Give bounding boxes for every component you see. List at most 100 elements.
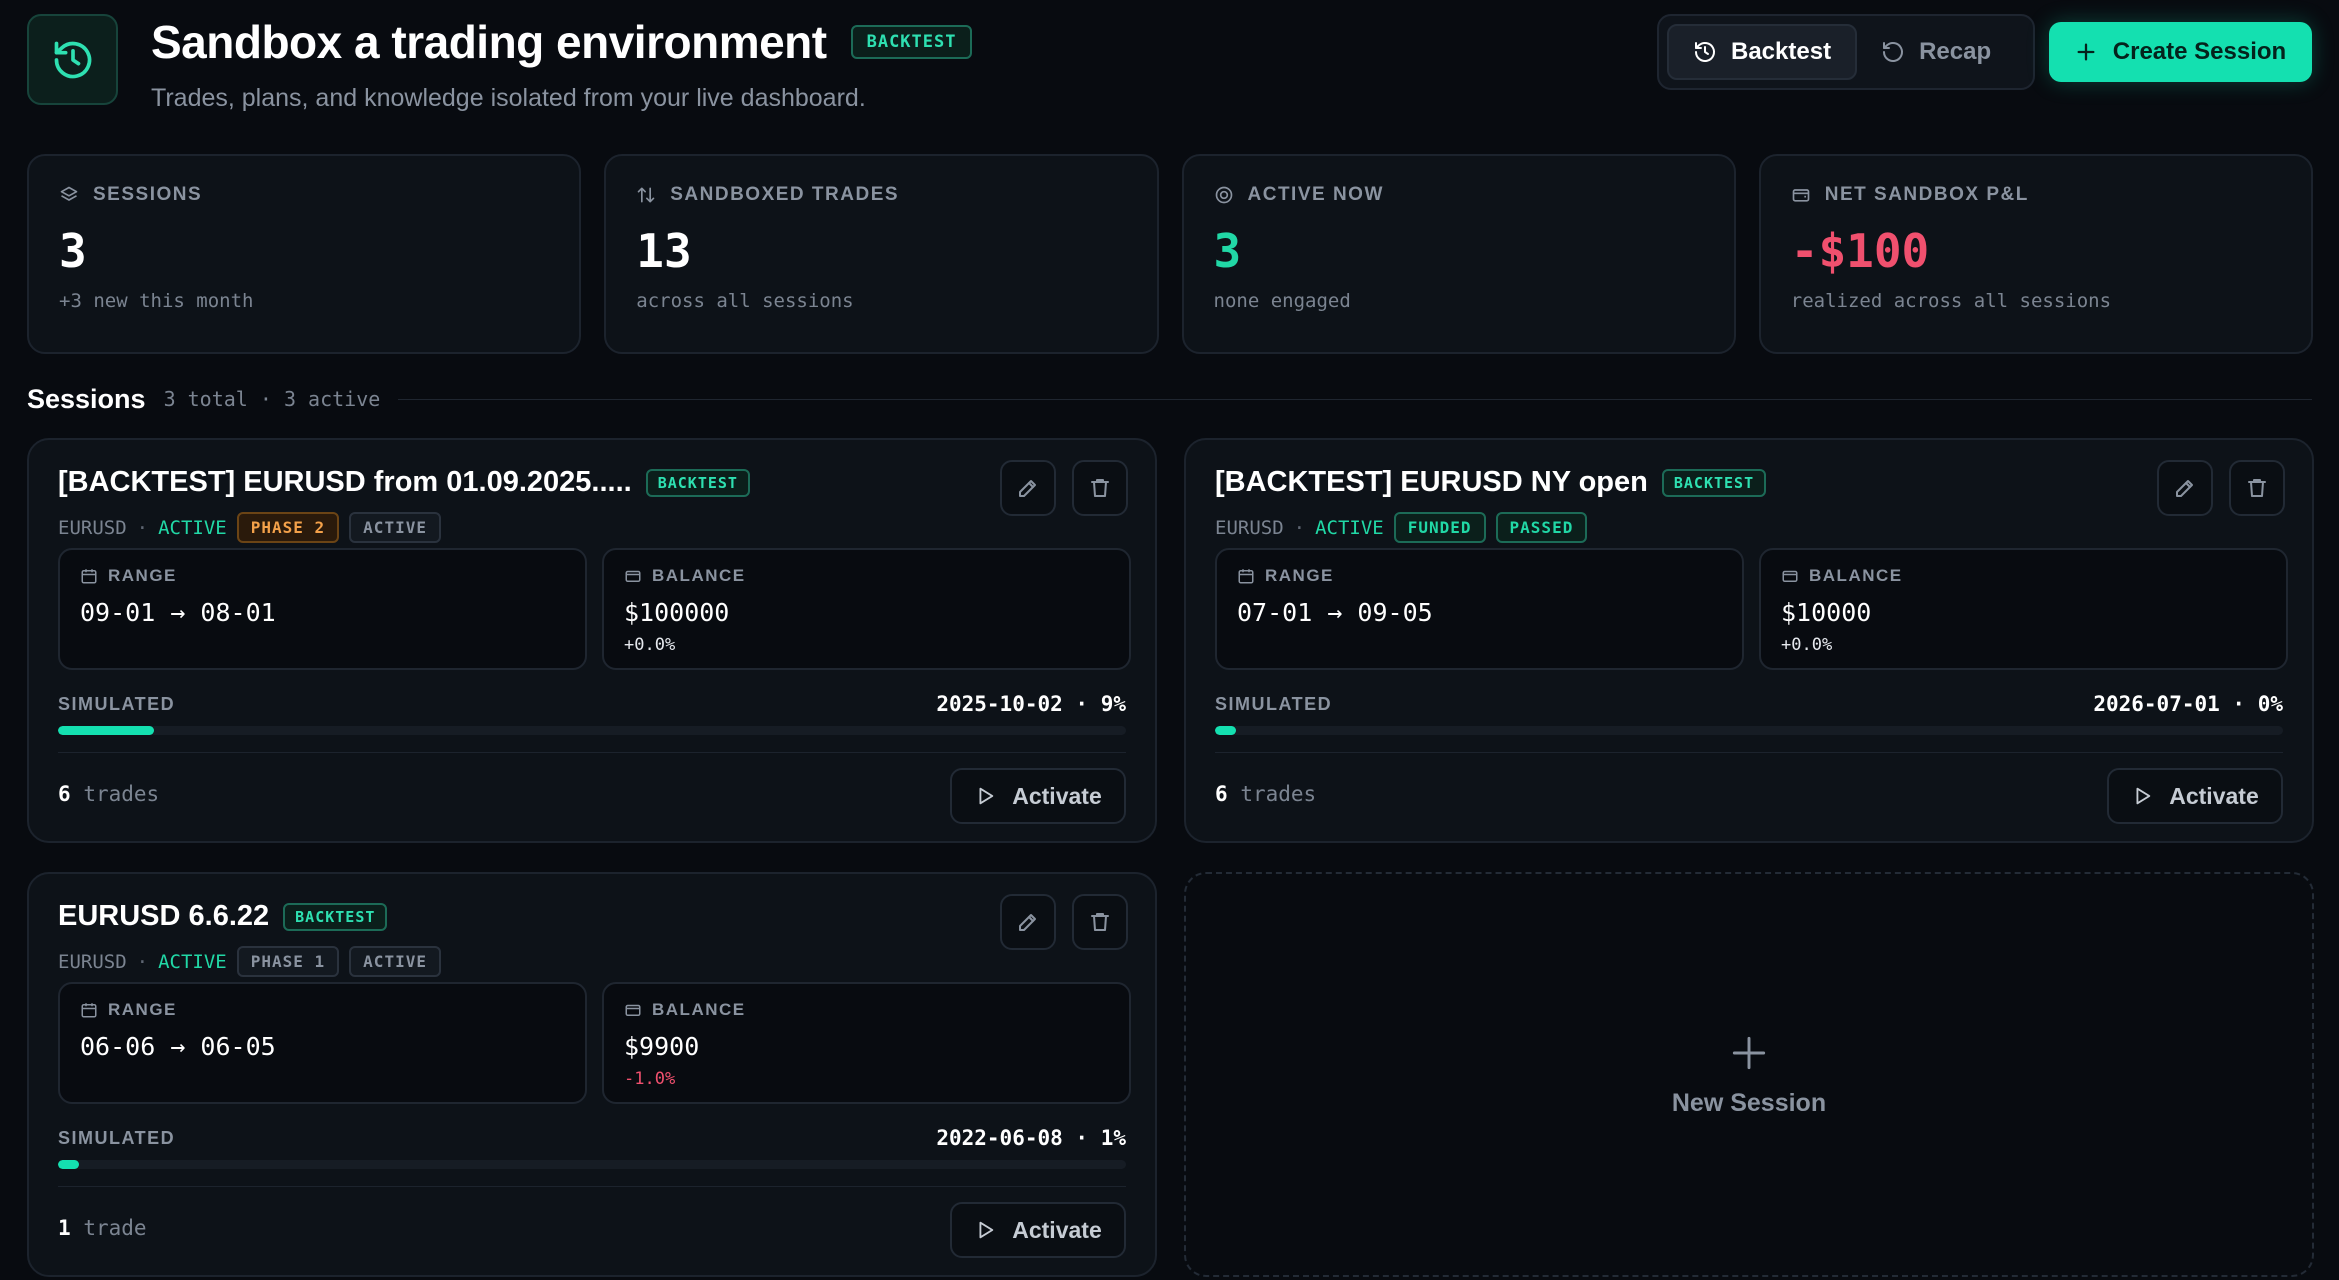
activate-button[interactable]: Activate (950, 1202, 1126, 1258)
arrows-updown-icon (637, 187, 655, 203)
play-icon (979, 1221, 994, 1239)
app-logo (27, 14, 118, 105)
edit-session-button[interactable] (1000, 460, 1056, 516)
balance-box: BALANCE $10000 +0.0% (1759, 548, 2288, 670)
progress-fill (58, 1160, 80, 1169)
page-header: Sandbox a trading environment BACKTEST T… (27, 14, 2312, 112)
wallet-icon (625, 570, 641, 582)
activate-button[interactable]: Activate (2107, 768, 2283, 824)
page-title: Sandbox a trading environment (151, 16, 827, 68)
pencil-icon (2176, 480, 2193, 497)
simulated-label: SIMULATED (1215, 693, 1333, 714)
trade-count-number: 6 (58, 782, 71, 806)
range-box: RANGE 06-06 → 06-05 (58, 982, 587, 1104)
target-icon (1215, 186, 1232, 204)
calendar-icon (1238, 569, 1254, 584)
trade-count-word: trades (1240, 782, 1317, 806)
play-icon (2136, 787, 2151, 805)
history-icon (1695, 42, 1715, 62)
stat-value: 3 (59, 224, 87, 278)
session-pair: EURUSD (58, 516, 127, 539)
divider (398, 398, 2312, 400)
session-card[interactable]: [BACKTEST] EURUSD NY open BACKTEST EURUS… (1184, 438, 2314, 843)
new-session-card[interactable]: New Session (1184, 872, 2314, 1277)
wallet-icon (1782, 570, 1798, 582)
calendar-icon (81, 1003, 97, 1018)
sessions-count: 3 total · 3 active (163, 387, 381, 411)
create-session-button[interactable]: Create Session (2049, 22, 2312, 82)
trash-icon (2248, 479, 2266, 497)
session-tag: PHASE 2 (236, 512, 340, 543)
balance-label: BALANCE (1809, 566, 1903, 585)
balance-box: BALANCE $100000 +0.0% (602, 548, 1131, 670)
session-pair: EURUSD (58, 950, 127, 973)
activate-label: Activate (2169, 782, 2259, 809)
trade-count-word: trades (83, 782, 160, 806)
delete-session-button[interactable] (2229, 460, 2285, 516)
separator-dot: · (1293, 516, 1306, 539)
wallet-icon (625, 1004, 641, 1016)
rotate-ccw-icon (1883, 42, 1903, 62)
backtest-mode-label: Backtest (1731, 38, 1832, 65)
recap-mode-button[interactable]: Recap (1857, 24, 2015, 80)
trade-count: 6 trades (58, 782, 159, 806)
range-value: 07-01 → 09-05 (1237, 598, 1433, 627)
range-value: 09-01 → 08-01 (80, 598, 276, 627)
balance-change: +0.0% (624, 635, 676, 655)
progress-bar (58, 1160, 1126, 1169)
stat-label: NET SANDBOX P&L (1824, 184, 2029, 205)
stat-value: 3 (1213, 224, 1242, 278)
progress-fill (58, 726, 155, 735)
plus-icon (2077, 43, 2095, 61)
session-tag: PHASE 1 (236, 946, 340, 977)
session-card[interactable]: EURUSD 6.6.22 BACKTEST EURUSD · ACTIVE P… (27, 872, 1157, 1277)
backtest-mode-button[interactable]: Backtest (1667, 24, 1858, 80)
balance-change: +0.0% (1781, 635, 1833, 655)
activate-label: Activate (1012, 1216, 1102, 1243)
session-title: [BACKTEST] EURUSD NY open (1215, 466, 1648, 498)
stat-card-sessions: SESSIONS 3 +3 new this month (27, 154, 582, 354)
stat-label: SESSIONS (93, 184, 203, 205)
activate-button[interactable]: Activate (950, 768, 1126, 824)
stat-label: ACTIVE NOW (1247, 184, 1384, 205)
new-session-label: New Session (1671, 1089, 1827, 1117)
simulated-label: SIMULATED (58, 693, 176, 714)
mode-badge: BACKTEST (850, 25, 973, 59)
trash-icon (1091, 479, 1109, 497)
balance-value: $10000 (1781, 598, 1872, 627)
stats-row: SESSIONS 3 +3 new this month SANDBOXED T… (27, 154, 2313, 354)
session-card[interactable]: [BACKTEST] EURUSD from 01.09.2025..... B… (27, 438, 1157, 843)
separator-dot: · (136, 950, 149, 973)
session-status: ACTIVE (158, 516, 227, 539)
delete-session-button[interactable] (1072, 894, 1128, 950)
trade-count-word: trade (83, 1216, 147, 1240)
progress-bar (58, 726, 1126, 735)
session-title: [BACKTEST] EURUSD from 01.09.2025..... (58, 466, 632, 498)
play-icon (979, 787, 994, 805)
edit-session-button[interactable] (1000, 894, 1056, 950)
divider (1215, 752, 2283, 753)
plus-icon (1732, 1036, 1766, 1070)
simulated-value: 2025-10-02 · 9% (936, 692, 1126, 716)
session-pair: EURUSD (1215, 516, 1284, 539)
mode-toggle: Backtest Recap (1657, 14, 2035, 90)
edit-session-button[interactable] (2157, 460, 2213, 516)
sessions-heading: Sessions 3 total · 3 active (27, 382, 2312, 416)
range-value: 06-06 → 06-05 (80, 1032, 276, 1061)
balance-label: BALANCE (652, 566, 746, 585)
delete-session-button[interactable] (1072, 460, 1128, 516)
stat-subtext: none engaged (1213, 290, 1351, 312)
balance-value: $9900 (624, 1032, 700, 1061)
range-label: RANGE (108, 1000, 177, 1019)
trade-count-number: 6 (1215, 782, 1228, 806)
trash-icon (1091, 913, 1109, 931)
stat-subtext: +3 new this month (59, 290, 254, 312)
range-box: RANGE 07-01 → 09-05 (1215, 548, 1744, 670)
simulated-value: 2026-07-01 · 0% (2093, 692, 2283, 716)
simulated-label: SIMULATED (58, 1127, 176, 1148)
pencil-icon (1019, 914, 1036, 931)
page-subtitle: Trades, plans, and knowledge isolated fr… (151, 84, 866, 112)
divider (58, 752, 1126, 753)
range-label: RANGE (1265, 566, 1334, 585)
activate-label: Activate (1012, 782, 1102, 809)
